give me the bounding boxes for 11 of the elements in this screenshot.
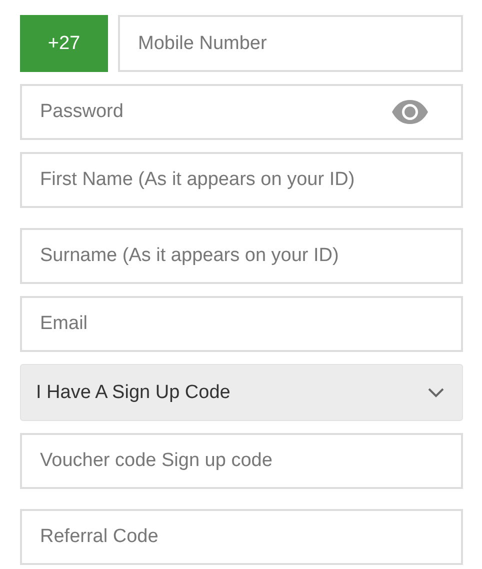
input-field[interactable]: Referral Code <box>20 509 463 565</box>
input-field[interactable]: Surname (As it appears on your ID) <box>20 228 463 284</box>
show-password-icon[interactable] <box>391 99 429 125</box>
input-field[interactable]: Email <box>20 296 463 352</box>
input-field[interactable]: First Name (As it appears on your ID) <box>20 152 463 208</box>
input-field[interactable]: Mobile Number <box>118 15 463 72</box>
password-field[interactable]: Password <box>20 84 463 140</box>
chevron-down-icon <box>428 388 444 398</box>
sign-up-code-dropdown[interactable]: I Have A Sign Up Code <box>20 364 463 421</box>
input-field[interactable]: Voucher code Sign up code <box>20 433 463 489</box>
country-code-button[interactable]: +27 <box>20 15 108 72</box>
